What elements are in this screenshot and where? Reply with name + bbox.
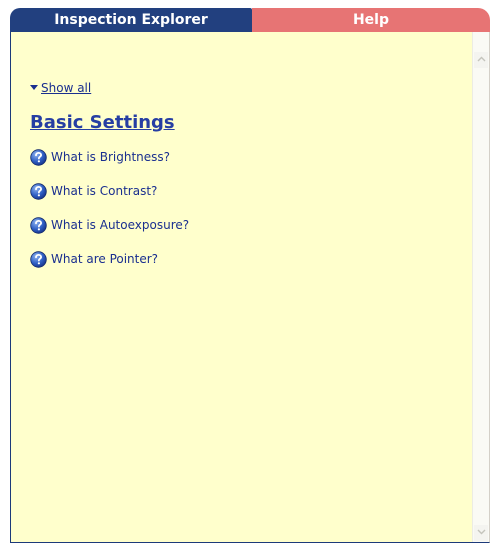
vertical-scrollbar[interactable]: [472, 32, 489, 542]
show-all-label: Show all: [41, 81, 92, 95]
scroll-up-button[interactable]: [474, 52, 488, 68]
question-label: What is Autoexposure?: [51, 218, 190, 232]
question-item-brightness[interactable]: What is Brightness?: [30, 148, 189, 166]
tab-help[interactable]: Help: [252, 8, 490, 32]
question-label: What is Contrast?: [51, 184, 158, 198]
question-item-pointer[interactable]: What are Pointer?: [30, 250, 189, 268]
question-item-contrast[interactable]: What is Contrast?: [30, 182, 189, 200]
tab-inspection-explorer[interactable]: Inspection Explorer: [10, 8, 262, 32]
show-all-link[interactable]: Show all: [30, 81, 91, 95]
help-panel: Show all Basic Settings What is Brightne…: [10, 32, 490, 543]
help-window: Inspection Explorer Help Show all Basic …: [10, 0, 490, 544]
tab-inspection-explorer-label: Inspection Explorer: [54, 12, 208, 28]
scroll-down-button[interactable]: [474, 525, 488, 541]
help-question-icon: [30, 182, 47, 200]
question-label: What are Pointer?: [51, 252, 159, 266]
chevron-up-icon: [477, 56, 485, 62]
basic-settings-heading-link[interactable]: Basic Settings: [30, 112, 175, 133]
help-question-icon: [30, 216, 47, 234]
question-list: What is Brightness? What is Contrast? Wh…: [30, 148, 189, 284]
help-content: Show all Basic Settings What is Brightne…: [11, 32, 473, 542]
tab-bar: Inspection Explorer Help: [10, 8, 490, 32]
question-label: What is Brightness?: [51, 150, 171, 164]
tab-help-label: Help: [352, 12, 390, 28]
help-question-icon: [30, 148, 47, 166]
chevron-down-icon: [477, 529, 485, 535]
help-question-icon: [30, 250, 47, 268]
triangle-down-icon: [30, 85, 38, 90]
question-item-autoexposure[interactable]: What is Autoexposure?: [30, 216, 189, 234]
